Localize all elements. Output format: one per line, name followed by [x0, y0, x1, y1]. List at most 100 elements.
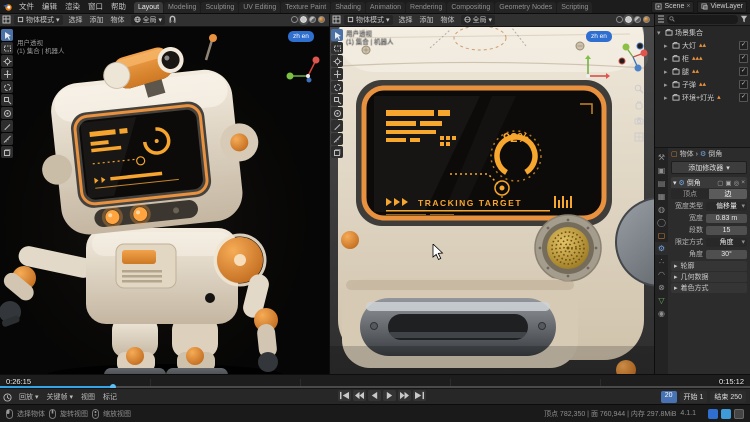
timeline-strip[interactable]: 0:26:15 0:15:12 — [0, 374, 750, 389]
viewport-3d-right[interactable]: 92% TRACKING TARGET — [330, 26, 654, 374]
tab-texture-paint[interactable]: Texture Paint — [281, 2, 330, 13]
play-button[interactable] — [383, 390, 396, 401]
editor-type-icon[interactable] — [2, 15, 11, 24]
tool-scale[interactable] — [1, 94, 13, 106]
tool-transform[interactable] — [331, 107, 343, 119]
solid-shading-icon[interactable] — [300, 16, 307, 23]
tab-physics-icon[interactable]: ◠ — [655, 268, 668, 281]
menu-object[interactable]: 物体 — [438, 15, 458, 25]
tab-modeling[interactable]: Modeling — [164, 2, 200, 13]
blender-logo-icon[interactable] — [0, 0, 15, 13]
zoom-icon[interactable] — [634, 84, 644, 94]
section-profile[interactable]: ▸ 轮廓 — [671, 261, 747, 271]
orientation-dropdown[interactable]: 全局 ▾ — [131, 15, 166, 25]
rendered-shading-icon[interactable] — [643, 16, 650, 23]
tool-cursor[interactable] — [1, 55, 13, 67]
outliner-row[interactable]: ▸ 腿 ▴▴ ✓ — [655, 65, 750, 78]
outliner-row[interactable]: ▸ 子弹 ▴▴ ✓ — [655, 78, 750, 91]
tab-rendering[interactable]: Rendering — [406, 2, 446, 13]
viewlayer-selector[interactable]: ViewLayer — [697, 1, 747, 13]
scene-unlink-icon[interactable]: × — [686, 3, 690, 10]
expand-icon[interactable]: ▸ — [664, 55, 670, 63]
sidebar-divider[interactable] — [654, 13, 655, 374]
menu-add[interactable]: 添加 — [87, 15, 107, 25]
tool-tweak[interactable] — [1, 29, 13, 41]
menu-playback[interactable]: 回放▾ — [15, 392, 43, 402]
render-checkbox[interactable]: ✓ — [739, 67, 748, 76]
jump-to-end-button[interactable] — [413, 390, 426, 401]
tab-world-icon[interactable]: ◯ — [655, 216, 668, 229]
menu-view[interactable]: 视图 — [77, 392, 99, 402]
tab-geometry-nodes[interactable]: Geometry Nodes — [495, 2, 556, 13]
camera-view-icon[interactable] — [634, 116, 644, 126]
tab-object-icon[interactable]: ▢ — [655, 229, 668, 242]
tab-edges[interactable]: 边 — [709, 189, 747, 199]
tab-sculpting[interactable]: Sculpting — [201, 2, 238, 13]
tool-cursor[interactable] — [331, 55, 343, 67]
menu-add[interactable]: 添加 — [417, 15, 437, 25]
breadcrumb-modifier[interactable]: 倒角 — [708, 149, 722, 159]
tool-transform[interactable] — [1, 107, 13, 119]
material-shading-icon[interactable] — [634, 16, 641, 23]
expand-icon[interactable]: ▸ — [664, 68, 670, 76]
menu-select[interactable]: 选择 — [66, 15, 86, 25]
next-keyframe-button[interactable] — [398, 390, 411, 401]
render-checkbox[interactable]: ✓ — [739, 80, 748, 89]
scene-selector[interactable]: Scene × — [651, 1, 694, 13]
tab-compositing[interactable]: Compositing — [447, 2, 494, 13]
render-checkbox[interactable]: ✓ — [739, 54, 748, 63]
play-reverse-button[interactable] — [368, 390, 381, 401]
tool-rotate[interactable] — [331, 81, 343, 93]
tool-annotate[interactable] — [331, 120, 343, 132]
render-checkbox[interactable]: ✓ — [739, 41, 748, 50]
wireframe-shading-icon[interactable] — [616, 16, 623, 23]
tool-measure[interactable] — [1, 133, 13, 145]
menu-select[interactable]: 选择 — [396, 15, 416, 25]
tab-animation[interactable]: Animation — [366, 2, 405, 13]
frame-start-field[interactable]: 开始 1 — [680, 391, 708, 403]
language-toggle-pill[interactable]: zh en — [288, 31, 314, 42]
modifier-panel-header[interactable]: ▾ ⚙ 倒角 ▢ ▣ ◎ × — [671, 177, 747, 188]
menu-keying[interactable]: 关键帧▾ — [43, 392, 78, 402]
expand-icon[interactable]: ▸ — [664, 81, 670, 89]
jump-to-start-button[interactable] — [338, 390, 351, 401]
menu-file[interactable]: 文件 — [15, 1, 38, 12]
tab-render-icon[interactable]: ▣ — [655, 164, 668, 177]
pan-hand-icon[interactable] — [634, 100, 644, 110]
expand-icon[interactable]: ▸ — [664, 42, 670, 50]
tool-select-box[interactable] — [331, 42, 343, 54]
solid-shading-icon[interactable] — [625, 16, 632, 23]
tool-tweak[interactable] — [331, 29, 343, 41]
timeline-editor-icon[interactable] — [3, 393, 12, 402]
angle-slider[interactable]: 30° — [706, 250, 747, 259]
tab-material-icon[interactable]: ◉ — [655, 307, 668, 320]
limit-method-dropdown[interactable]: 角度▾ — [706, 238, 747, 247]
width-type-dropdown[interactable]: 偏移量▾ — [706, 202, 747, 211]
mode-dropdown[interactable]: 物体模式 ▾ — [14, 15, 63, 25]
section-geometry[interactable]: ▸ 几何数据 — [671, 272, 747, 282]
tool-move[interactable] — [331, 68, 343, 80]
outliner-search-input[interactable] — [667, 15, 738, 24]
segments-slider[interactable]: 15 — [706, 226, 747, 235]
render-checkbox[interactable]: ✓ — [739, 93, 748, 102]
render-toggle-icon[interactable]: ◎ — [734, 179, 740, 187]
navigation-gizmo[interactable] — [616, 40, 650, 74]
breadcrumb-object[interactable]: 物体 — [680, 149, 694, 159]
tool-add-cube[interactable] — [1, 146, 13, 158]
language-toggle-pill[interactable]: zh en — [586, 31, 612, 42]
menu-render[interactable]: 渲染 — [61, 1, 84, 12]
tray-icon-2[interactable] — [721, 409, 731, 419]
menu-object[interactable]: 物体 — [108, 15, 128, 25]
tray-icon-1[interactable] — [708, 409, 718, 419]
outliner-row[interactable]: ▸ 环境+灯光 ▴ ✓ — [655, 91, 750, 104]
outliner-row-scene-collection[interactable]: ▾ 场景集合 — [655, 26, 750, 39]
tab-viewlayer-icon[interactable]: ▦ — [655, 190, 668, 203]
outliner-row[interactable]: ▸ 大灯 ▴▴ ✓ — [655, 39, 750, 52]
tab-constraints-icon[interactable]: ⊗ — [655, 281, 668, 294]
realtime-toggle-icon[interactable]: ▣ — [725, 179, 731, 187]
tool-move[interactable] — [1, 68, 13, 80]
filter-icon[interactable] — [740, 15, 748, 23]
tool-measure[interactable] — [331, 133, 343, 145]
modifier-name[interactable]: 倒角 — [687, 178, 701, 188]
tool-annotate[interactable] — [1, 120, 13, 132]
